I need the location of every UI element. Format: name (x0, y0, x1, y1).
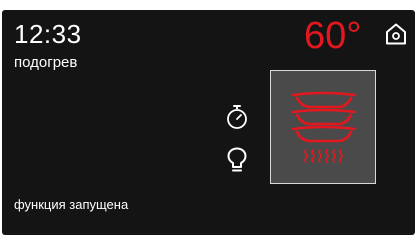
oven-display: 12:33 подогрев 60° функция запущена (2, 10, 415, 235)
stopwatch-icon (227, 105, 247, 129)
home-button[interactable] (384, 22, 408, 46)
temperature-readout[interactable]: 60° (304, 16, 361, 56)
lamp-icon (227, 147, 247, 172)
plates-warming-icon (291, 91, 357, 163)
mode-label: подогрев (14, 54, 78, 71)
function-tile[interactable] (270, 70, 376, 184)
status-message: функция запущена (14, 197, 129, 212)
home-icon (386, 23, 406, 45)
light-button[interactable] (227, 147, 247, 173)
timer-button[interactable] (224, 104, 250, 130)
clock: 12:33 (14, 19, 82, 49)
